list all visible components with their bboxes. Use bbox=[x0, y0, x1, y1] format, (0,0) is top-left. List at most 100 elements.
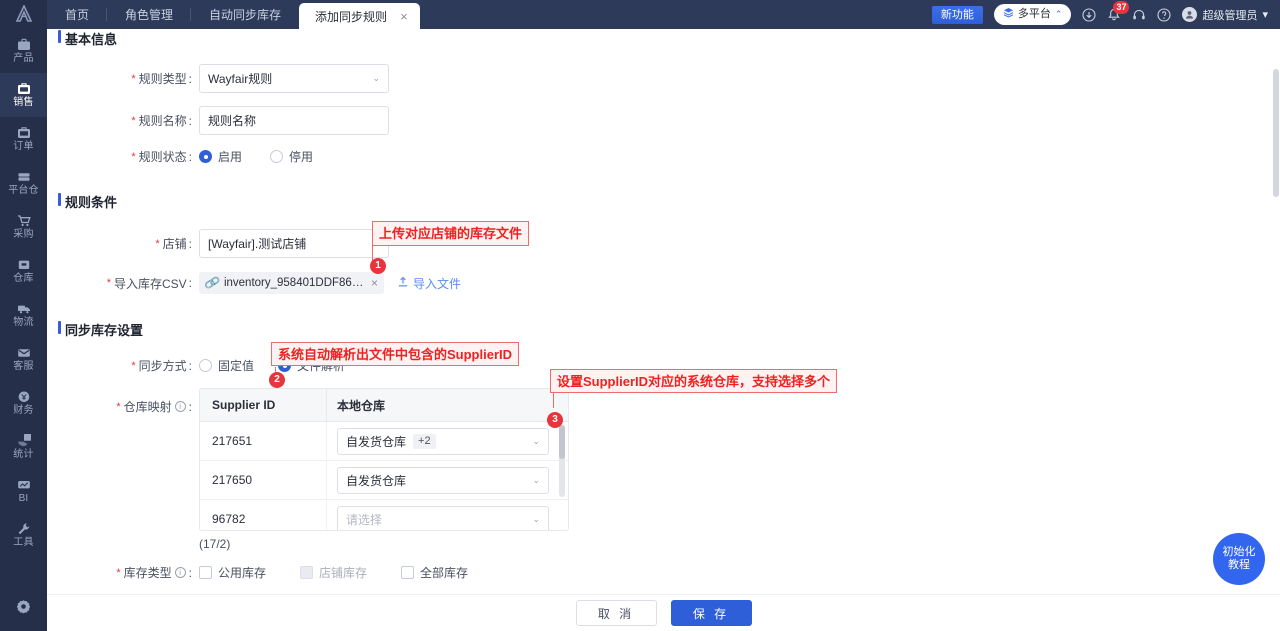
download-icon[interactable] bbox=[1082, 7, 1097, 22]
required-mark: * bbox=[116, 566, 121, 579]
sidebar-settings-button[interactable] bbox=[16, 599, 31, 617]
tab-auto-sync-inventory[interactable]: 自动同步库存 bbox=[191, 0, 299, 29]
tab-label: 角色管理 bbox=[125, 8, 174, 22]
annotation-badge-2: 2 bbox=[269, 372, 285, 388]
sidebar-item-sales[interactable]: 销售 bbox=[0, 73, 47, 117]
sidebar-item-label: 产品 bbox=[13, 53, 34, 64]
section-title-text: 规则条件 bbox=[65, 195, 118, 210]
sidebar-item-products[interactable]: 产品 bbox=[0, 29, 47, 73]
label-text: 导入库存CSV bbox=[113, 276, 187, 291]
sidebar-item-orders[interactable]: 订单 bbox=[0, 117, 47, 161]
radio-sync-fixed-value[interactable]: 固定值 bbox=[199, 357, 254, 374]
chevron-down-icon: ⌄ bbox=[532, 474, 540, 485]
tab-bar: 首页 角色管理 自动同步库存 添加同步规则 × bbox=[47, 0, 420, 29]
remove-file-icon[interactable]: × bbox=[371, 276, 378, 290]
info-icon[interactable]: i bbox=[174, 401, 186, 412]
cancel-button[interactable]: 取 消 bbox=[575, 600, 657, 626]
close-icon[interactable]: × bbox=[400, 10, 408, 23]
sidebar-item-warehouse[interactable]: 仓库 bbox=[0, 249, 47, 293]
radio-status-disabled[interactable]: 停用 bbox=[270, 148, 313, 165]
table-page-count: (17/2) bbox=[199, 537, 231, 551]
briefcase-icon bbox=[17, 38, 31, 51]
sync-mode-label: * 同步方式: bbox=[131, 358, 192, 374]
section-title-text: 同步库存设置 bbox=[65, 323, 144, 338]
sidebar-item-customer-service[interactable]: 客服 bbox=[0, 337, 47, 381]
sidebar-item-label: BI bbox=[18, 493, 29, 504]
table-scrollbar[interactable] bbox=[559, 425, 565, 497]
warehouse-value: 自发货仓库 bbox=[346, 434, 407, 449]
notification-count-badge: 37 bbox=[1113, 0, 1130, 14]
radio-dot-icon bbox=[270, 150, 284, 163]
annotation-3: 设置SupplierID对应的系统仓库，支持选择多个 bbox=[550, 369, 838, 393]
warehouse-map-table: Supplier ID 本地仓库 217651 自发货仓库 +2 ⌄ 21765… bbox=[199, 388, 569, 531]
tab-label: 自动同步库存 bbox=[209, 8, 282, 22]
main-content: 基本信息 * 规则类型: Wayfair规则 ⌄ * 规则名称: 规则名称 * … bbox=[47, 29, 1280, 631]
app-logo[interactable] bbox=[0, 0, 47, 29]
label-text: 规则状态 bbox=[138, 150, 187, 164]
checkbox-label: 全部库存 bbox=[420, 566, 469, 580]
table-row: 217651 自发货仓库 +2 ⌄ bbox=[200, 422, 568, 461]
checkbox-all-stock[interactable]: 全部库存 bbox=[401, 564, 468, 581]
section-rule-conditions-title: 规则条件 bbox=[47, 192, 1272, 211]
sidebar-item-bi[interactable]: BI bbox=[0, 469, 47, 513]
section-basic-info-title: 基本信息 bbox=[47, 29, 1272, 48]
sidebar-item-statistics[interactable]: 统计 bbox=[0, 425, 47, 469]
column-header-supplier-id: Supplier ID bbox=[212, 398, 276, 412]
sidebar-items: 产品 销售 订单 平台仓 采购 仓库 物流 客服 财务 统计 BI 工具 bbox=[0, 29, 47, 557]
warehouse-select[interactable]: 请选择 ⌄ bbox=[337, 505, 549, 530]
sidebar-item-tools[interactable]: 工具 bbox=[0, 513, 47, 557]
headset-icon[interactable] bbox=[1132, 8, 1146, 22]
section-sync-settings-title: 同步库存设置 bbox=[47, 320, 1272, 339]
tab-home[interactable]: 首页 bbox=[47, 0, 108, 29]
sidebar-item-label: 客服 bbox=[13, 361, 34, 372]
user-name: 超级管理员 bbox=[1202, 9, 1258, 22]
shop-input[interactable]: [Wayfair].测试店铺 bbox=[199, 229, 389, 258]
uploaded-file-chip[interactable]: 🔗 inventory_958401DDF86C4... × bbox=[199, 272, 384, 294]
order-icon bbox=[17, 126, 31, 139]
import-csv-label: * 导入库存CSV: bbox=[106, 276, 192, 291]
field-row-stock-type: * 库存类型 i: 公用库存 店铺库存 全部库存 bbox=[47, 564, 1272, 581]
user-menu[interactable]: 超级管理员 ▾ bbox=[1182, 7, 1268, 23]
chevron-down-icon: ⌄ bbox=[532, 513, 540, 524]
checkbox-label: 公用库存 bbox=[218, 566, 267, 580]
checkbox-box-icon bbox=[199, 566, 212, 579]
platform-warehouse-icon bbox=[17, 170, 31, 183]
checkbox-public-stock[interactable]: 公用库存 bbox=[199, 564, 266, 581]
bell-icon[interactable]: 37 bbox=[1107, 0, 1130, 22]
info-icon[interactable]: i bbox=[174, 567, 186, 578]
sidebar-item-logistics[interactable]: 物流 bbox=[0, 293, 47, 337]
warehouse-select[interactable]: 自发货仓库 +2 ⌄ bbox=[337, 427, 549, 455]
gear-icon bbox=[16, 600, 31, 617]
page-scrollbar[interactable] bbox=[1273, 61, 1279, 591]
tab-add-sync-rule[interactable]: 添加同步规则 × bbox=[299, 3, 420, 29]
cell-supplier-id: 217650 bbox=[212, 473, 253, 487]
new-feature-badge[interactable]: 新功能 bbox=[931, 5, 983, 24]
help-icon[interactable] bbox=[1157, 7, 1172, 22]
field-row-rule-type: * 规则类型: Wayfair规则 ⌄ bbox=[47, 64, 1272, 93]
init-tutorial-line1: 初始化 bbox=[1222, 546, 1256, 558]
sidebar-item-label: 订单 bbox=[13, 141, 34, 152]
radio-status-enabled[interactable]: 启用 bbox=[199, 148, 242, 165]
checkbox-label: 店铺库存 bbox=[319, 566, 368, 580]
sidebar-item-finance[interactable]: 财务 bbox=[0, 381, 47, 425]
save-button[interactable]: 保 存 bbox=[670, 600, 752, 626]
warehouse-icon bbox=[17, 258, 31, 271]
label-text: 库存类型 bbox=[123, 566, 172, 580]
init-tutorial-button[interactable]: 初始化 教程 bbox=[1213, 533, 1265, 585]
truck-icon bbox=[17, 302, 31, 315]
platform-label: 多平台 bbox=[1017, 8, 1051, 20]
sidebar-item-label: 销售 bbox=[13, 97, 34, 108]
table-row: 96782 请选择 ⌄ bbox=[200, 500, 568, 530]
warehouse-select[interactable]: 自发货仓库 ⌄ bbox=[337, 466, 549, 494]
form-footer: 取 消 保 存 bbox=[47, 594, 1280, 631]
sidebar-item-platform-warehouse[interactable]: 平台仓 bbox=[0, 161, 47, 205]
rule-type-select[interactable]: Wayfair规则 ⌄ bbox=[199, 64, 389, 93]
sidebar-item-purchase[interactable]: 采购 bbox=[0, 205, 47, 249]
import-file-button[interactable]: 导入文件 bbox=[397, 275, 461, 292]
rule-name-input[interactable]: 规则名称 bbox=[199, 106, 389, 135]
platform-switcher[interactable]: 多平台 ⌃ bbox=[993, 4, 1072, 25]
tab-role-management[interactable]: 角色管理 bbox=[107, 0, 192, 29]
annotation-2: 系统自动解析出文件中包含的SupplierID bbox=[271, 342, 520, 366]
stock-type-label: * 库存类型 i: bbox=[116, 565, 192, 581]
mail-icon bbox=[17, 346, 31, 359]
